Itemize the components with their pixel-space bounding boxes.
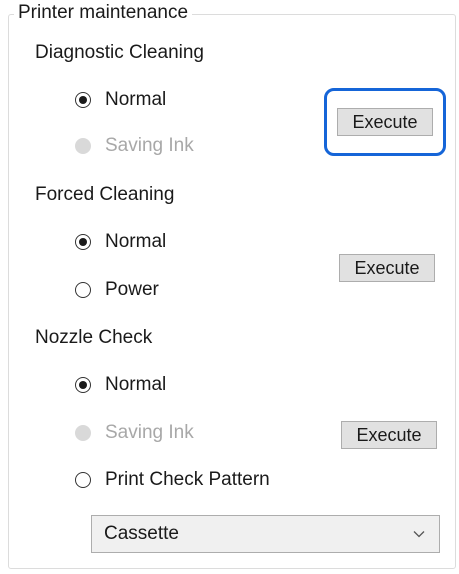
nozzle-saving-ink-radio: Saving Ink — [75, 420, 194, 446]
diagnostic-normal-radio[interactable]: Normal — [75, 87, 166, 113]
paper-source-select[interactable]: Cassette — [91, 515, 440, 553]
group-legend: Printer maintenance — [14, 2, 193, 24]
forced-execute-button[interactable]: Execute — [339, 254, 435, 282]
forced-normal-radio[interactable]: Normal — [75, 229, 166, 255]
nozzle-execute-button[interactable]: Execute — [341, 421, 437, 449]
radio-unchecked-icon — [75, 472, 91, 488]
nozzle-normal-radio[interactable]: Normal — [75, 372, 166, 398]
nozzle-check-title: Nozzle Check — [35, 327, 153, 348]
diagnostic-saving-ink-radio: Saving Ink — [75, 133, 194, 159]
diagnostic-execute-button[interactable]: Execute — [337, 108, 433, 136]
nozzle-normal-label: Normal — [105, 374, 167, 395]
forced-normal-label: Normal — [105, 231, 167, 252]
radio-checked-icon — [75, 377, 91, 393]
radio-checked-icon — [75, 234, 91, 250]
chevron-down-icon — [413, 531, 425, 538]
nozzle-print-check-pattern-radio[interactable]: Print Check Pattern — [75, 467, 270, 493]
forced-cleaning-title: Forced Cleaning — [35, 184, 175, 205]
radio-disabled-icon — [75, 425, 91, 441]
nozzle-saving-ink-label: Saving Ink — [105, 422, 194, 443]
radio-unchecked-icon — [75, 282, 91, 298]
forced-power-label: Power — [105, 279, 159, 300]
radio-checked-icon — [75, 92, 91, 108]
nozzle-print-check-pattern-label: Print Check Pattern — [105, 469, 270, 490]
diagnostic-saving-ink-label: Saving Ink — [105, 135, 194, 156]
radio-disabled-icon — [75, 138, 91, 154]
paper-source-value: Cassette — [104, 523, 179, 544]
forced-power-radio[interactable]: Power — [75, 277, 159, 303]
diagnostic-cleaning-title: Diagnostic Cleaning — [35, 42, 204, 63]
diagnostic-normal-label: Normal — [105, 89, 167, 110]
